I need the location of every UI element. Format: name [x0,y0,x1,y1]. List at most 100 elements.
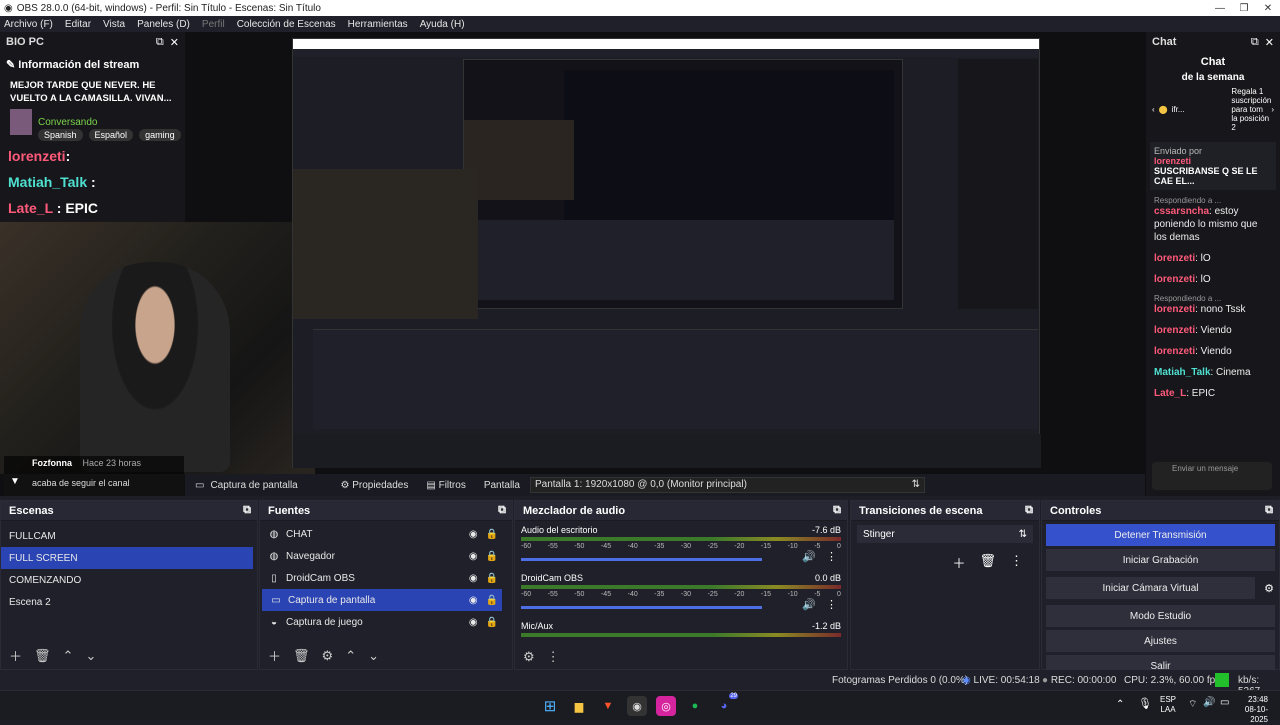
undock-icon: ⧉ [498,504,506,516]
eye-icon[interactable]: ◉ [469,529,478,540]
instagram-icon[interactable]: ◎ [656,696,676,716]
globe-icon: ◍ [269,550,279,562]
clock[interactable]: 23:48 08-10-2025 [1232,695,1268,725]
more-icon[interactable]: ⋮ [1010,553,1023,572]
display-label: Pantalla [483,479,520,491]
add-icon[interactable]: ＋ [9,646,22,665]
lock-icon[interactable]: 🔒 [486,551,498,562]
menu-paneles[interactable]: Paneles (D) [137,19,190,30]
tag-gaming[interactable]: gaming [139,129,181,141]
tag-espanol[interactable]: Español [88,129,134,141]
eye-icon[interactable]: ◉ [469,573,478,584]
chevron-down-icon[interactable]: ⌄ [85,648,96,664]
obs-icon[interactable]: ◉ [627,696,647,716]
menu-ayuda[interactable]: Ayuda (H) [420,19,465,30]
bio-chat-user: lorenzeti [8,148,66,164]
menu-vista[interactable]: Vista [103,19,125,30]
settings-button[interactable]: Ajustes [1046,630,1275,652]
more-icon[interactable]: ⋮ [826,550,837,563]
wifi-icon[interactable]: ⌔ [1188,698,1197,711]
lock-icon[interactable]: 🔒 [486,573,498,584]
lock-icon[interactable]: 🔒 [486,595,498,606]
eye-icon[interactable]: ◉ [469,551,478,562]
transitions-title: Transiciones de escena ⧉ [851,501,1039,521]
speaker-icon[interactable]: 🔊 [802,550,816,563]
scene-item[interactable]: FULLCAM [1,525,257,547]
chevron-right-icon[interactable]: › [1271,105,1274,114]
close-dock-icon[interactable]: ✕ [1265,36,1274,49]
properties-button[interactable]: ⚙ Propiedades [340,480,408,491]
menu-herramientas[interactable]: Herramientas [348,19,408,30]
menu-archivo[interactable]: Archivo (F) [4,19,53,30]
chevron-left-icon[interactable]: ‹ [1152,105,1155,114]
mixer-channel: DroidCam OBS 0.0 dB -60 -55 -50 -45 -40 -35 -30… [515,573,847,611]
brave-icon[interactable]: ▼ [598,696,618,716]
eye-icon[interactable]: ◉ [469,617,478,628]
menu-editar[interactable]: Editar [65,19,91,30]
source-item[interactable]: ▭ Captura de pantalla ◉ 🔒 [262,589,502,611]
trash-icon[interactable]: 🗑 [34,648,51,664]
scene-item[interactable]: Escena 2 [1,591,257,613]
week-label: de la semana [1181,72,1245,83]
trash-icon[interactable]: 🗑 [979,553,996,572]
undock-icon[interactable]: ⧉ [1251,36,1259,49]
eye-icon[interactable]: ◉ [469,595,478,606]
gear-icon[interactable]: ⚙ [523,649,535,665]
reply-indicator: Respondiendo a ... [1154,196,1222,205]
chevron-up-icon[interactable]: ⌃ [1116,699,1124,710]
scene-item[interactable]: FULL SCREEN [1,547,253,569]
studio-mode-button[interactable]: Modo Estudio [1046,605,1275,627]
undock-icon[interactable]: ⧉ [156,36,164,49]
spotify-icon[interactable]: ● [685,696,705,716]
gear-icon[interactable]: ⚙ [1259,582,1279,595]
file-explorer-icon[interactable]: ▆ [569,696,589,716]
volume-slider[interactable] [521,558,763,561]
chat-input[interactable]: Enviar un mensaje [1152,462,1272,490]
windows-start-icon[interactable]: ⊞ [540,696,560,716]
add-icon[interactable]: ＋ [268,646,281,665]
add-icon[interactable]: ＋ [952,553,965,572]
filters-button[interactable]: ▤ Filtros [426,480,465,491]
scene-item[interactable]: COMENZANDO [1,569,257,591]
source-item[interactable]: ▯ DroidCam OBS ◉ 🔒 [260,567,512,589]
pinned-message: Enviado por lorenzeti SUSCRIBANSE Q SE L… [1150,142,1276,190]
chevron-updown-icon: ⇅ [1018,528,1027,540]
gear-icon[interactable]: ⚙ [322,648,334,664]
chevron-up-icon[interactable]: ⌃ [345,648,356,664]
lock-icon[interactable]: 🔒 [486,617,498,628]
window-title: OBS 28.0.0 (64-bit, windows) - Perfil: S… [16,2,321,14]
chevron-up-icon[interactable]: ⌃ [63,648,74,664]
stop-streaming-button[interactable]: Detener Transmisión [1046,524,1275,546]
display-select[interactable]: Pantalla 1: 1920x1080 @ 0,0 (Monitor pri… [529,477,925,493]
chat-message: lorenzeti: lO [1154,253,1211,264]
minimize-icon[interactable]: — [1208,3,1232,14]
volume-slider[interactable] [521,606,763,609]
more-icon[interactable]: ⋮ [547,649,560,665]
maximize-icon[interactable]: ❐ [1232,3,1256,14]
language-indicator[interactable]: ESP LAA [1160,695,1176,715]
source-item[interactable]: ◍ CHAT ◉ 🔒 [260,523,512,545]
menu-perfil[interactable]: Perfil [202,19,225,30]
chat-message: cssarsncha: estoy poniendo lo mismo que … [1154,206,1258,243]
source-item[interactable]: ◒ Captura de juego ◉ 🔒 [260,611,512,633]
more-icon[interactable]: ⋮ [826,598,837,611]
close-icon[interactable]: ✕ [1256,3,1280,14]
speaker-icon[interactable]: 🔊 [802,598,816,611]
chevron-updown-icon: ⇅ [911,479,920,490]
volume-icon[interactable]: 🔊 [1203,697,1215,708]
microphone-icon[interactable]: 🎙 [1138,697,1152,710]
close-dock-icon[interactable]: ✕ [170,36,179,49]
chevron-down-icon[interactable]: ⌄ [368,648,379,664]
lock-icon[interactable]: 🔒 [486,529,498,540]
chevron-down-icon[interactable]: ▼ [10,476,20,487]
start-virtual-camera-button[interactable]: Iniciar Cámara Virtual [1046,577,1255,599]
start-recording-button[interactable]: Iniciar Grabación [1046,549,1275,571]
battery-icon[interactable]: ▭ [1220,697,1229,708]
transition-select[interactable]: Stinger ⇅ [857,525,1033,543]
undock-icon: ⧉ [1265,504,1273,516]
menu-coleccion[interactable]: Colección de Escenas [237,19,336,30]
discord-icon[interactable]: ◕ 29 [714,693,738,716]
trash-icon[interactable]: 🗑 [293,648,310,664]
source-item[interactable]: ◍ Navegador ◉ 🔒 [260,545,512,567]
tag-spanish[interactable]: Spanish [38,129,83,141]
